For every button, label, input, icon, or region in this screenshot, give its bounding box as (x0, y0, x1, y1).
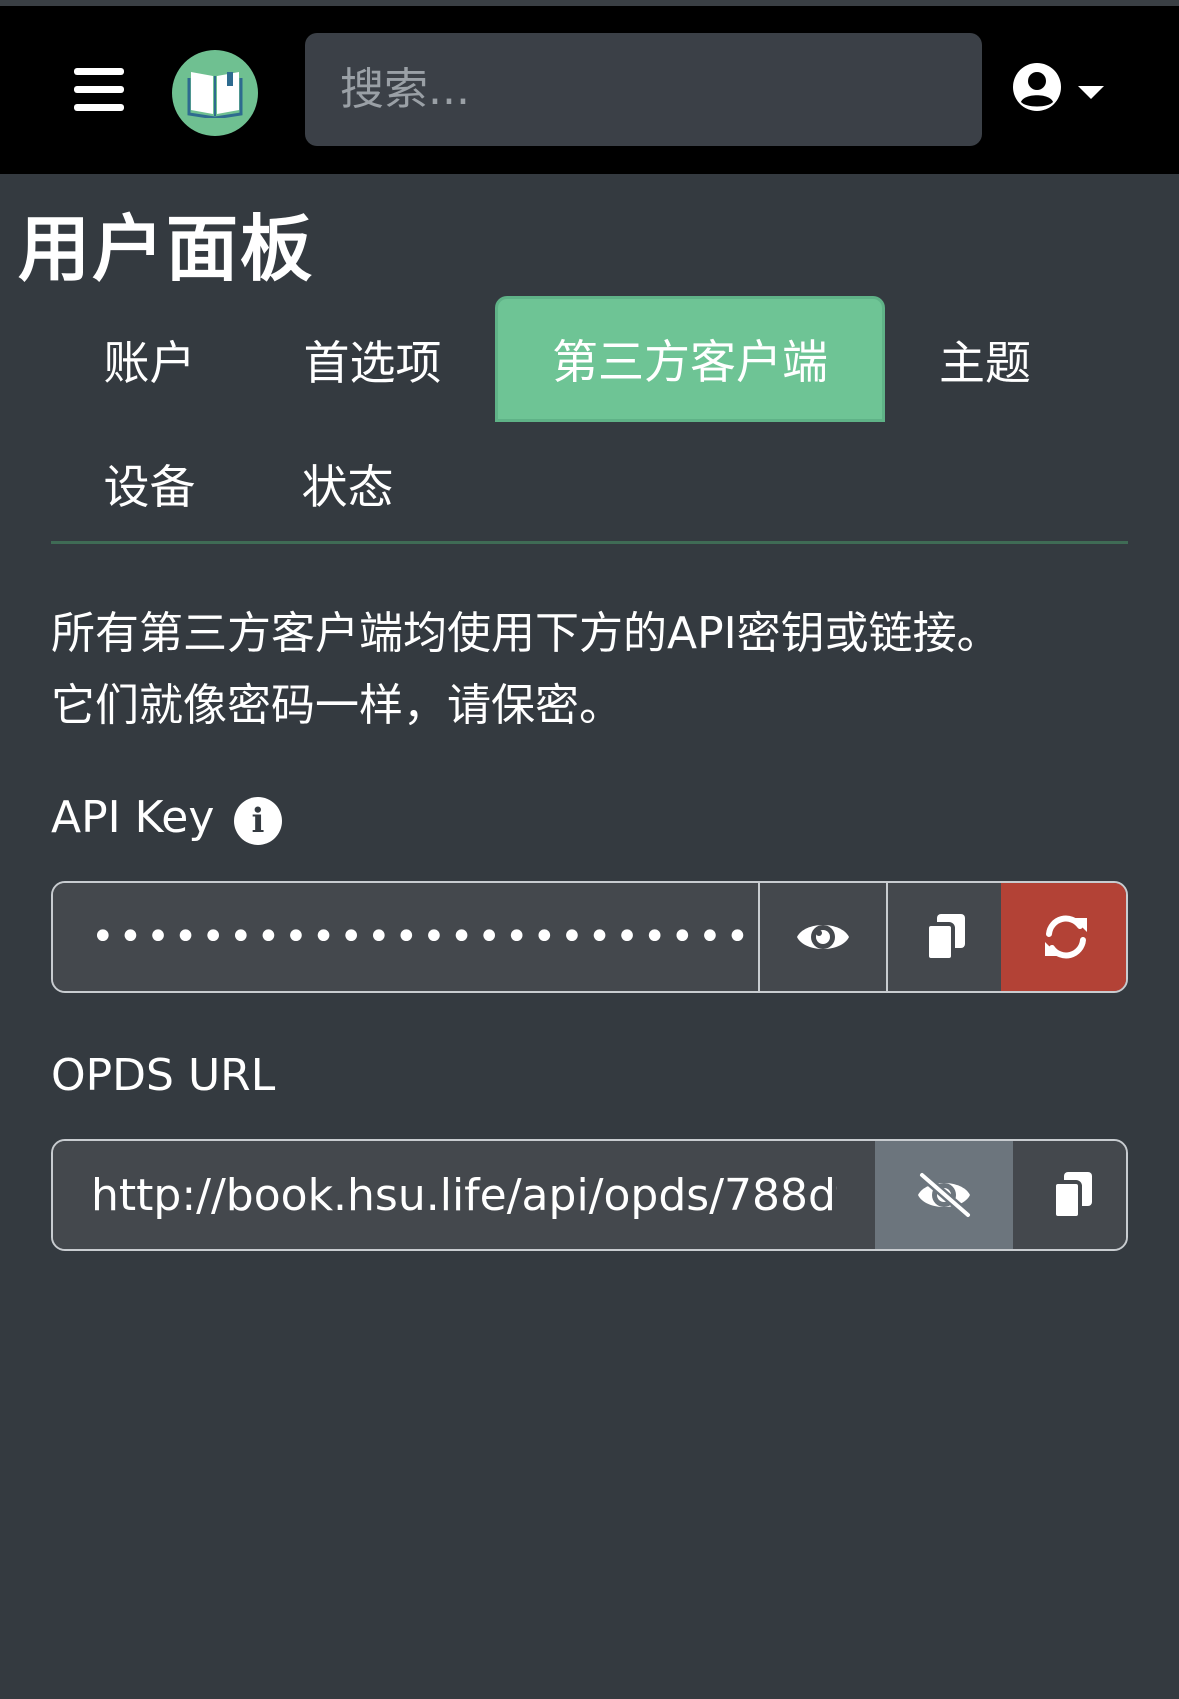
chevron-down-icon (1078, 86, 1104, 99)
user-circle-icon (1013, 63, 1061, 111)
refresh-icon (1044, 915, 1087, 959)
copy-api-key-button[interactable] (886, 883, 1001, 991)
tab-preferences[interactable]: 首选项 (275, 298, 470, 422)
tab-devices[interactable]: 设备 (72, 422, 227, 546)
reset-api-key-button[interactable] (1001, 883, 1126, 991)
copy-opds-url-button[interactable] (1013, 1141, 1126, 1249)
show-api-key-button[interactable] (758, 883, 886, 991)
book-logo-icon[interactable] (172, 50, 258, 136)
hide-opds-url-button[interactable] (875, 1141, 1013, 1249)
copy-icon (1051, 1172, 1092, 1220)
tab-third-party-clients[interactable]: 第三方客户端 (495, 296, 885, 422)
api-key-group: ••••••••••••••••••••••••• (51, 881, 1128, 993)
description-line-1: 所有第三方客户端均使用下方的API密钥或链接。 (51, 608, 1001, 659)
eye-icon (797, 925, 849, 949)
eye-slash-icon (918, 1171, 971, 1219)
page-title: 用户面板 (18, 207, 315, 291)
api-key-field[interactable] (53, 883, 758, 991)
opds-url-group (51, 1139, 1128, 1251)
opds-url-field[interactable] (53, 1141, 875, 1249)
menu-icon[interactable] (70, 62, 130, 118)
copy-icon (924, 914, 965, 962)
user-menu[interactable] (1012, 62, 1122, 126)
search-input[interactable] (305, 33, 982, 146)
tab-theme[interactable]: 主题 (915, 298, 1055, 422)
top-navbar (0, 6, 1179, 174)
tabs-divider (51, 541, 1128, 544)
tab-account[interactable]: 账户 (72, 298, 227, 422)
description: 所有第三方客户端均使用下方的API密钥或链接。 它们就像密码一样，请保密。 (51, 598, 1151, 742)
description-line-2: 它们就像密码一样，请保密。 (51, 680, 623, 731)
api-key-label: API Key (51, 792, 215, 843)
tab-status[interactable]: 状态 (275, 422, 420, 546)
opds-url-label: OPDS URL (51, 1050, 276, 1101)
info-icon[interactable]: i (234, 797, 282, 845)
